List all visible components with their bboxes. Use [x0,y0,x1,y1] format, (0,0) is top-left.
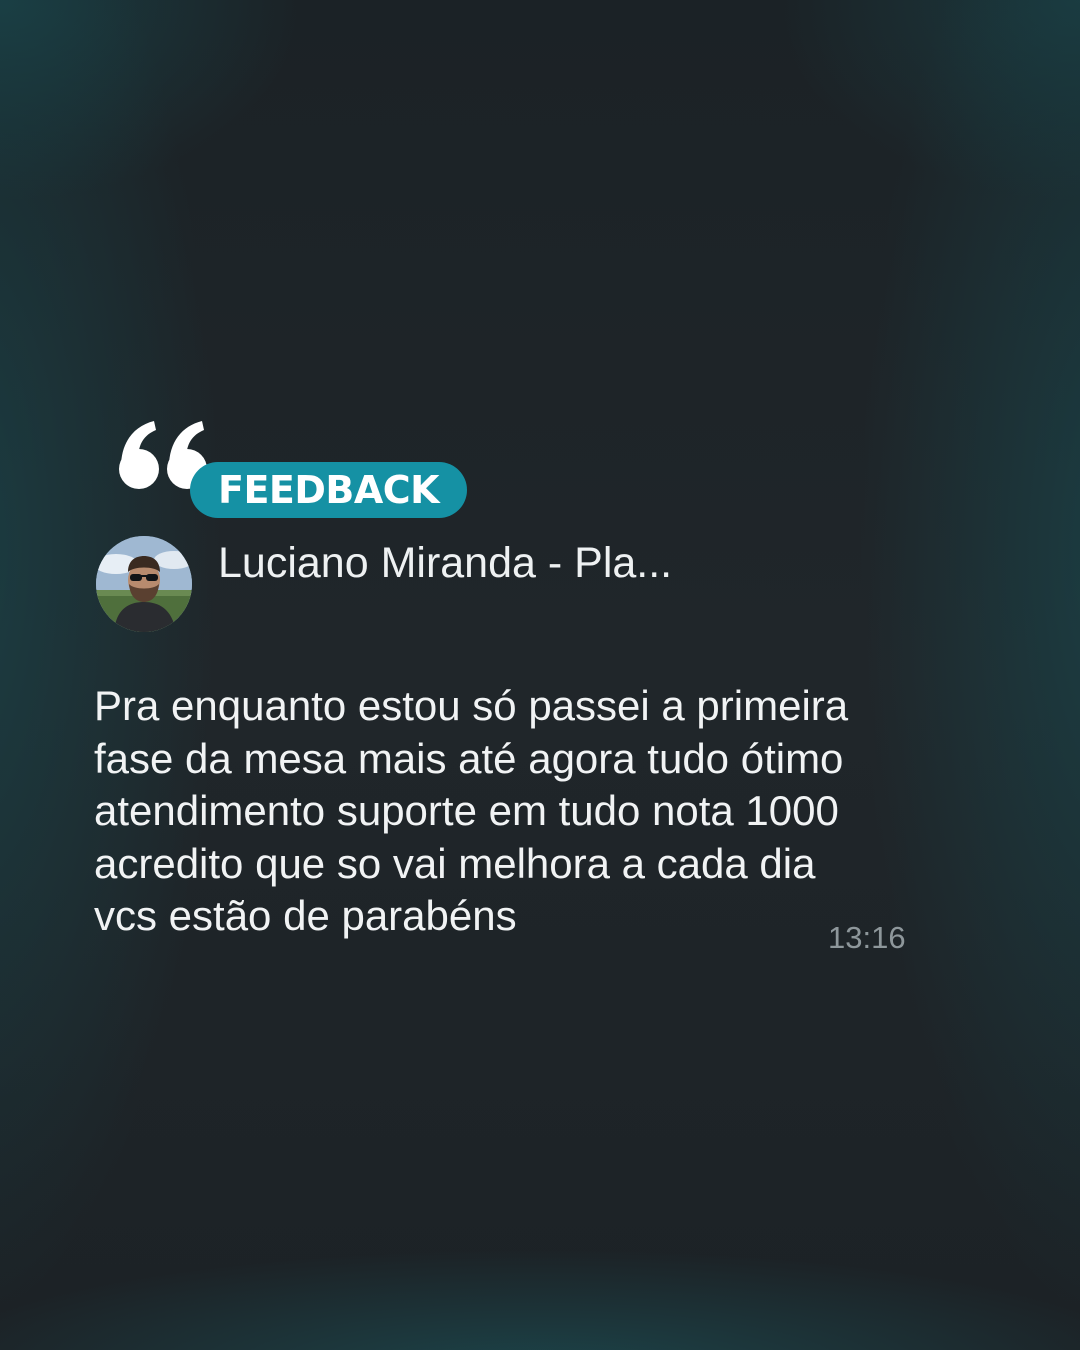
message-line: acredito que so vai melhora a cada dia [94,839,816,887]
feedback-badge-label: FEEDBACK [218,468,440,512]
message-line: fase da mesa mais até agora tudo ótimo [94,734,844,782]
message-line: vcs estão de parabéns [94,892,517,939]
message-text: Pra enquanto estou só passei a primeira … [94,680,934,943]
avatar [96,536,192,632]
contact-name: Luciano Miranda - Pla... [218,539,673,587]
feedback-badge: FEEDBACK [190,462,468,518]
message-line: Pra enquanto estou só passei a primeira [94,682,849,729]
message-time: 13:16 [828,920,906,955]
message-line: atendimento suporte em tudo nota 1000 [94,787,839,834]
